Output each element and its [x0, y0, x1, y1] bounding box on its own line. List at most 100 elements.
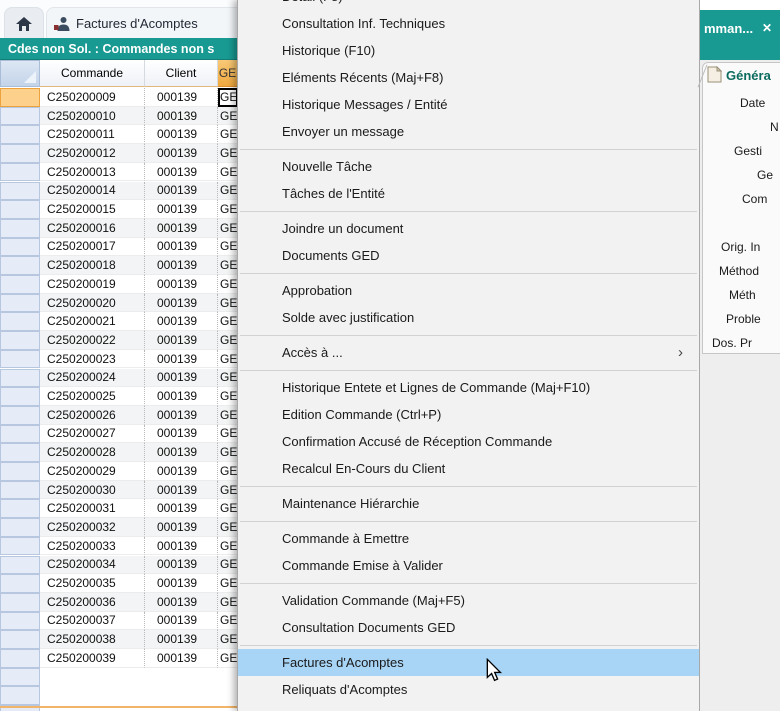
cell-partial[interactable]: GE — [218, 462, 238, 481]
cell-partial[interactable]: GE — [218, 294, 238, 313]
cell-client[interactable]: 000139 — [145, 649, 218, 668]
context-menu-item[interactable]: Solde avec justification — [238, 304, 699, 331]
row-selector[interactable] — [0, 88, 40, 107]
context-menu-item[interactable]: Confirmation Accusé de Réception Command… — [238, 428, 699, 455]
row-selector[interactable] — [0, 238, 40, 257]
cell-client[interactable]: 000139 — [145, 125, 218, 144]
cell-partial[interactable]: GE — [218, 499, 238, 518]
table-row[interactable]: C250200023000139GE — [0, 350, 238, 369]
cell-client[interactable]: 000139 — [145, 387, 218, 406]
cell-partial[interactable]: GE — [218, 518, 238, 537]
table-row[interactable]: C250200030000139GE — [0, 481, 238, 500]
cell-commande[interactable]: C250200028 — [40, 443, 145, 462]
column-header-partial[interactable]: GE — [218, 60, 238, 87]
row-selector[interactable] — [0, 107, 40, 126]
table-row[interactable]: C250200015000139GE — [0, 200, 238, 219]
table-row[interactable]: C250200034000139GE — [0, 556, 238, 575]
right-panel-tab-commande[interactable]: mman... ✕ — [700, 10, 780, 60]
context-menu-item[interactable]: Historique Messages / Entité — [238, 91, 699, 118]
cell-client[interactable]: 000139 — [145, 200, 218, 219]
context-menu-item[interactable]: Accès à ...› — [238, 339, 699, 366]
row-selector[interactable] — [0, 256, 40, 275]
row-selector[interactable] — [0, 275, 40, 294]
cell-client[interactable]: 000139 — [145, 144, 218, 163]
cell-partial[interactable]: GE — [218, 425, 238, 444]
cell-commande[interactable]: C250200009 — [40, 88, 145, 107]
cell-client[interactable]: 000139 — [145, 294, 218, 313]
row-selector[interactable] — [0, 406, 40, 425]
table-row[interactable]: C250200020000139GE — [0, 294, 238, 313]
table-row[interactable]: C250200026000139GE — [0, 406, 238, 425]
row-selector[interactable] — [0, 312, 40, 331]
row-selector[interactable] — [0, 574, 40, 593]
cell-partial[interactable]: GE — [218, 107, 238, 126]
cell-client[interactable]: 000139 — [145, 630, 218, 649]
cell-client[interactable]: 000139 — [145, 331, 218, 350]
cell-commande[interactable]: C250200033 — [40, 537, 145, 556]
table-row[interactable]: C250200033000139GE — [0, 537, 238, 556]
table-row[interactable]: C250200014000139GE — [0, 182, 238, 201]
table-row[interactable]: C250200016000139GE — [0, 219, 238, 238]
cell-client[interactable]: 000139 — [145, 462, 218, 481]
cell-client[interactable]: 000139 — [145, 312, 218, 331]
cell-commande[interactable]: C250200032 — [40, 518, 145, 537]
context-menu-item[interactable]: Nouvelle Tâche — [238, 153, 699, 180]
cell-commande[interactable]: C250200031 — [40, 499, 145, 518]
cell-partial[interactable]: GE — [218, 182, 238, 201]
table-row[interactable]: C250200036000139GE — [0, 593, 238, 612]
row-selector[interactable] — [0, 369, 40, 388]
column-header-commande[interactable]: Commande — [40, 60, 145, 87]
table-row[interactable]: C250200039000139GE — [0, 649, 238, 668]
row-selector[interactable] — [0, 537, 40, 556]
cell-focused[interactable]: GE — [218, 88, 238, 107]
table-row[interactable]: C250200032000139GE — [0, 518, 238, 537]
row-selector[interactable] — [0, 649, 40, 668]
cell-commande[interactable]: C250200017 — [40, 238, 145, 257]
cell-partial[interactable]: GE — [218, 406, 238, 425]
cell-partial[interactable]: GE — [218, 275, 238, 294]
cell-commande[interactable]: C250200034 — [40, 556, 145, 575]
cell-commande[interactable]: C250200024 — [40, 369, 145, 388]
cell-partial[interactable]: GE — [218, 238, 238, 257]
table-row[interactable]: C250200019000139GE — [0, 275, 238, 294]
context-menu-item[interactable]: Recalcul En-Cours du Client — [238, 455, 699, 482]
context-menu-item[interactable]: Approbation — [238, 277, 699, 304]
cell-partial[interactable]: GE — [218, 144, 238, 163]
cell-partial[interactable]: GE — [218, 200, 238, 219]
cell-partial[interactable]: GE — [218, 369, 238, 388]
cell-client[interactable]: 000139 — [145, 163, 218, 182]
table-row[interactable]: C250200010000139GE — [0, 107, 238, 126]
table-row[interactable]: C250200018000139GE — [0, 256, 238, 275]
table-row[interactable]: C250200024000139GE — [0, 369, 238, 388]
cell-client[interactable]: 000139 — [145, 256, 218, 275]
cell-client[interactable]: 000139 — [145, 107, 218, 126]
table-row[interactable]: C250200009000139GE — [0, 88, 238, 107]
context-menu-item[interactable]: Historique Entete et Lignes de Commande … — [238, 374, 699, 401]
context-menu-item[interactable]: Historique (F10) — [238, 37, 699, 64]
context-menu-item[interactable]: Consultation Inf. Techniques — [238, 10, 699, 37]
cell-client[interactable]: 000139 — [145, 499, 218, 518]
cell-client[interactable]: 000139 — [145, 425, 218, 444]
context-menu-item[interactable]: Envoyer un message — [238, 118, 699, 145]
row-selector[interactable] — [0, 387, 40, 406]
table-row[interactable]: C250200012000139GE — [0, 144, 238, 163]
cell-partial[interactable]: GE — [218, 256, 238, 275]
row-selector[interactable] — [0, 518, 40, 537]
cell-commande[interactable]: C250200023 — [40, 350, 145, 369]
cell-commande[interactable]: C250200021 — [40, 312, 145, 331]
cell-commande[interactable]: C250200035 — [40, 574, 145, 593]
row-selector[interactable] — [0, 556, 40, 575]
cell-partial[interactable]: GE — [218, 537, 238, 556]
cell-client[interactable]: 000139 — [145, 612, 218, 631]
cell-commande[interactable]: C250200030 — [40, 481, 145, 500]
cell-client[interactable]: 000139 — [145, 88, 218, 107]
cell-commande[interactable]: C250200019 — [40, 275, 145, 294]
cell-partial[interactable]: GE — [218, 443, 238, 462]
cell-partial[interactable]: GE — [218, 219, 238, 238]
cell-commande[interactable]: C250200012 — [40, 144, 145, 163]
cell-client[interactable]: 000139 — [145, 481, 218, 500]
general-section-tab[interactable]: Généra — [726, 68, 771, 83]
cell-client[interactable]: 000139 — [145, 593, 218, 612]
table-row[interactable]: C250200027000139GE — [0, 425, 238, 444]
cell-commande[interactable]: C250200015 — [40, 200, 145, 219]
